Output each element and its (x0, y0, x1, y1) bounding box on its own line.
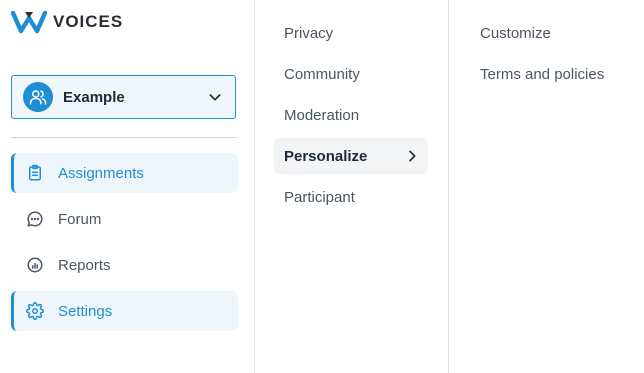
brand-logo[interactable]: VOICES (11, 10, 123, 34)
menu-item-label: Community (284, 65, 360, 83)
chart-circle-icon (25, 255, 45, 275)
users-icon (23, 82, 53, 112)
menu-item-label: Participant (284, 188, 355, 206)
sidebar-divider (11, 137, 238, 138)
voices-logo-icon (11, 10, 47, 34)
chevron-down-icon (207, 89, 223, 105)
brand-name: VOICES (53, 12, 124, 31)
sidebar-item-settings[interactable]: Settings (11, 291, 238, 331)
menu-item-label: Privacy (284, 24, 334, 42)
sidebar-item-reports[interactable]: Reports (11, 245, 238, 285)
menu-item-participant[interactable]: Participant (274, 179, 428, 215)
gear-icon (25, 301, 45, 321)
chat-bubble-icon (25, 209, 45, 229)
sidebar-item-label: Forum (58, 210, 102, 228)
column-divider (254, 0, 255, 373)
menu-item-personalize[interactable]: Personalize (274, 138, 428, 174)
clipboard-icon (25, 163, 45, 183)
sidebar-item-label: Reports (58, 256, 111, 274)
menu-item-moderation[interactable]: Moderation (274, 97, 428, 133)
sidebar-item-forum[interactable]: Forum (11, 199, 238, 239)
menu-item-label: Personalize (284, 147, 368, 165)
submenu-item-label: Terms and policies (480, 65, 605, 83)
menu-item-privacy[interactable]: Privacy (274, 15, 428, 51)
sidebar-item-label: Assignments (58, 164, 144, 182)
menu-item-community[interactable]: Community (274, 56, 428, 92)
workspace-name: Example (63, 88, 125, 106)
menu-item-label: Moderation (284, 106, 360, 124)
submenu-item-customize[interactable]: Customize (470, 15, 640, 51)
sidebar: VOICES Example Assignments Forum Reports… (0, 0, 254, 373)
submenu-item-terms-and-policies[interactable]: Terms and policies (470, 56, 640, 92)
sidebar-item-label: Settings (58, 302, 113, 320)
sidebar-item-assignments[interactable]: Assignments (11, 153, 238, 193)
workspace-selector[interactable]: Example (11, 75, 236, 119)
submenu-item-label: Customize (480, 24, 551, 42)
chevron-right-icon (404, 148, 420, 164)
column-divider (448, 0, 449, 373)
